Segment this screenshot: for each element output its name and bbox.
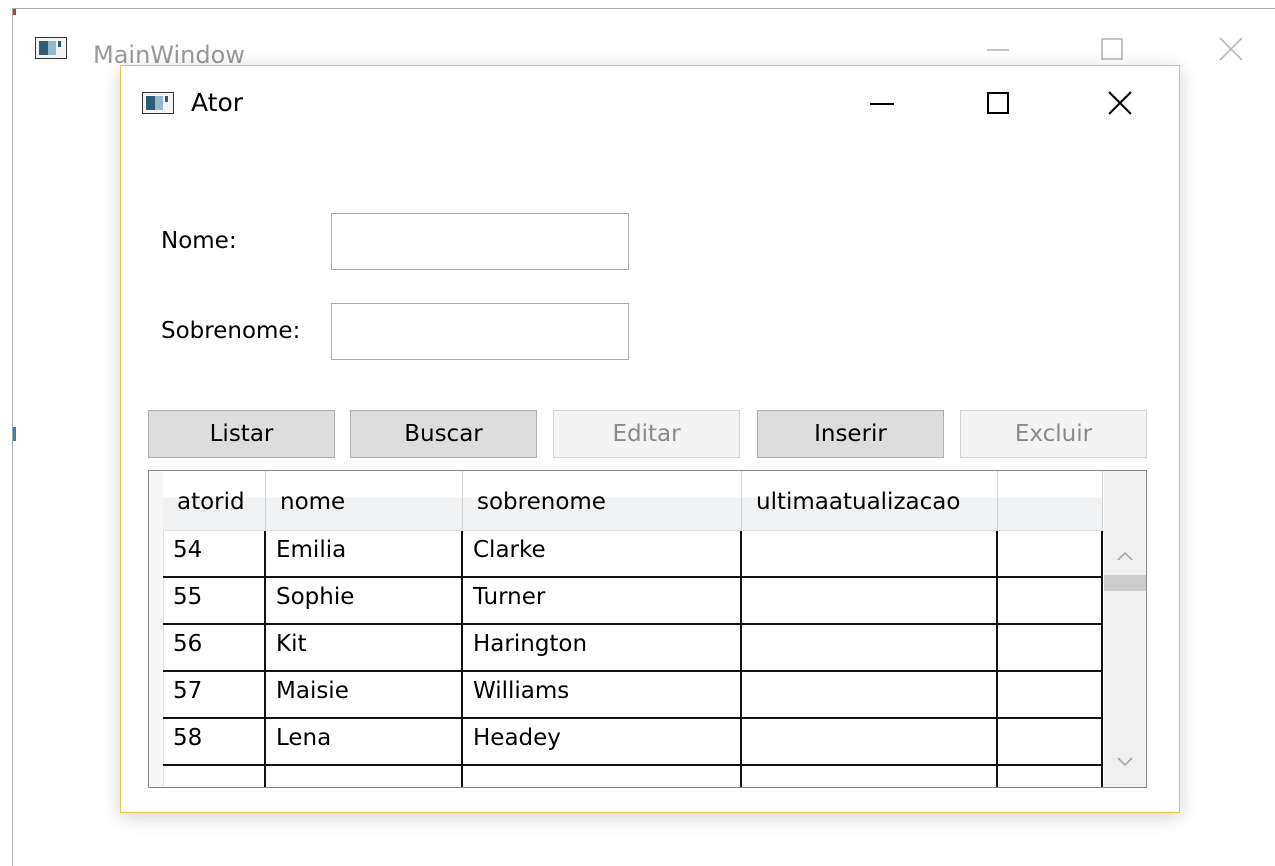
- dialog-icon: [142, 92, 174, 114]
- cell-atorid[interactable]: 54: [163, 531, 266, 578]
- nome-input[interactable]: [331, 213, 629, 270]
- cell-atorid[interactable]: 56: [163, 625, 266, 672]
- dialog-close-button[interactable]: [1097, 83, 1143, 123]
- chevron-up-icon: [1117, 551, 1133, 561]
- table-row[interactable]: 56 Kit Harington: [163, 625, 1103, 672]
- cell-ultimaatualizacao[interactable]: [742, 625, 998, 672]
- cell-atorid[interactable]: [163, 766, 266, 787]
- cell-nome[interactable]: Emilia: [266, 531, 463, 578]
- dialog-minimize-button[interactable]: [859, 83, 905, 123]
- inserir-button[interactable]: Inserir: [757, 410, 944, 458]
- column-header-filler: [998, 471, 1103, 531]
- cell-sobrenome[interactable]: Clarke: [463, 531, 742, 578]
- listar-button[interactable]: Listar: [148, 410, 335, 458]
- maximize-icon: [987, 92, 1009, 114]
- table-row[interactable]: [163, 766, 1103, 787]
- table-row[interactable]: 54 Emilia Clarke: [163, 531, 1103, 578]
- minimize-icon: [870, 103, 894, 105]
- cell-nome[interactable]: [266, 766, 463, 787]
- cell-atorid[interactable]: 57: [163, 672, 266, 719]
- cell-filler: [998, 719, 1103, 766]
- sobrenome-input[interactable]: [331, 303, 629, 360]
- atores-grid[interactable]: atorid nome sobrenome ultimaatualizacao …: [148, 470, 1147, 788]
- app-icon: [35, 37, 67, 59]
- main-minimize-button[interactable]: [975, 29, 1021, 69]
- close-icon: [1108, 91, 1132, 115]
- cell-filler: [998, 625, 1103, 672]
- cell-filler: [998, 531, 1103, 578]
- editar-button[interactable]: Editar: [553, 410, 740, 458]
- cell-sobrenome[interactable]: Headey: [463, 719, 742, 766]
- edge-decoration: [13, 9, 16, 15]
- grid-header-row: atorid nome sobrenome ultimaatualizacao: [163, 471, 1103, 531]
- table-row[interactable]: 57 Maisie Williams: [163, 672, 1103, 719]
- main-maximize-button[interactable]: [1089, 29, 1135, 69]
- table-row[interactable]: 58 Lena Headey: [163, 719, 1103, 766]
- cell-ultimaatualizacao[interactable]: [742, 672, 998, 719]
- cell-sobrenome[interactable]: [463, 766, 742, 787]
- dialog-maximize-button[interactable]: [975, 83, 1021, 123]
- excluir-button[interactable]: Excluir: [960, 410, 1147, 458]
- column-header-nome[interactable]: nome: [266, 471, 463, 531]
- vertical-scrollbar[interactable]: [1104, 471, 1146, 787]
- cell-ultimaatualizacao[interactable]: [742, 766, 998, 787]
- nome-label: Nome:: [161, 228, 237, 254]
- column-header-atorid[interactable]: atorid: [163, 471, 266, 531]
- maximize-icon: [1101, 38, 1123, 60]
- table-row[interactable]: 55 Sophie Turner: [163, 578, 1103, 625]
- cell-ultimaatualizacao[interactable]: [742, 719, 998, 766]
- cell-filler: [998, 766, 1103, 787]
- cell-nome[interactable]: Maisie: [266, 672, 463, 719]
- cell-atorid[interactable]: 55: [163, 578, 266, 625]
- scroll-up-button[interactable]: [1104, 541, 1146, 571]
- cell-sobrenome[interactable]: Turner: [463, 578, 742, 625]
- dialog-title: Ator: [191, 88, 244, 117]
- chevron-down-icon: [1117, 757, 1133, 767]
- sobrenome-label: Sobrenome:: [161, 318, 301, 344]
- buscar-button[interactable]: Buscar: [350, 410, 537, 458]
- cell-sobrenome[interactable]: Harington: [463, 625, 742, 672]
- close-icon: [1219, 37, 1243, 61]
- cell-atorid[interactable]: 58: [163, 719, 266, 766]
- column-header-sobrenome[interactable]: sobrenome: [463, 471, 742, 531]
- cell-nome[interactable]: Kit: [266, 625, 463, 672]
- edge-decoration: [13, 427, 16, 441]
- cell-filler: [998, 578, 1103, 625]
- cell-nome[interactable]: Lena: [266, 719, 463, 766]
- cell-ultimaatualizacao[interactable]: [742, 578, 998, 625]
- cell-filler: [998, 672, 1103, 719]
- cell-nome[interactable]: Sophie: [266, 578, 463, 625]
- scroll-thumb[interactable]: [1104, 575, 1146, 591]
- ator-dialog: Ator Nome: Sobrenome: Listar Buscar Edit…: [120, 65, 1180, 813]
- cell-sobrenome[interactable]: Williams: [463, 672, 742, 719]
- minimize-icon: [987, 49, 1009, 51]
- column-header-ultimaatualizacao[interactable]: ultimaatualizacao: [742, 471, 998, 531]
- main-close-button[interactable]: [1208, 29, 1254, 69]
- scroll-down-button[interactable]: [1104, 747, 1146, 777]
- cell-ultimaatualizacao[interactable]: [742, 531, 998, 578]
- row-header-column: [149, 471, 164, 787]
